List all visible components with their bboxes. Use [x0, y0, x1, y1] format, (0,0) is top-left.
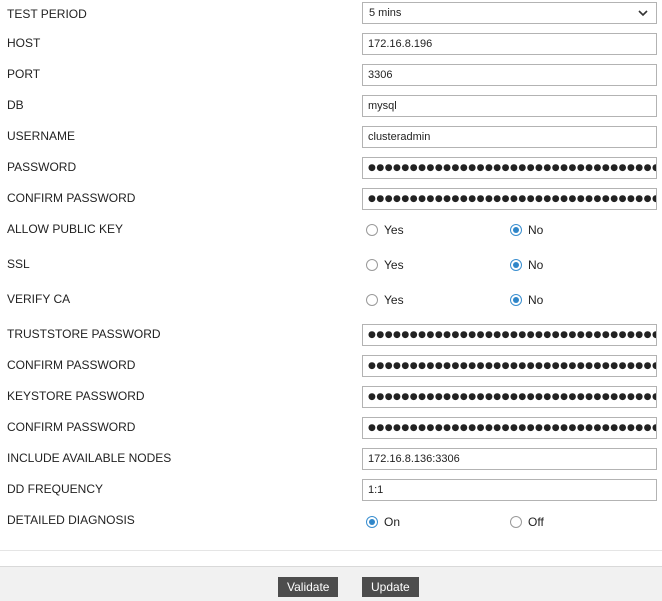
- allow-public-key-no-option[interactable]: No: [510, 223, 543, 237]
- keystore-confirm-field[interactable]: [362, 417, 657, 439]
- include-available-nodes-field[interactable]: [362, 448, 657, 470]
- ssl-yes-option[interactable]: Yes: [366, 258, 404, 272]
- detailed-diagnosis-label: DETAILED DIAGNOSIS: [7, 513, 135, 527]
- port-label: PORT: [7, 67, 41, 81]
- keystore-confirm-input[interactable]: [363, 418, 656, 438]
- dd-frequency-label: DD FREQUENCY: [7, 482, 104, 496]
- chevron-down-icon: [638, 10, 648, 17]
- detailed-diagnosis-off-label: Off: [528, 515, 544, 529]
- verify-ca-no-option[interactable]: No: [510, 293, 543, 307]
- test-period-select[interactable]: 5 mins: [362, 2, 657, 24]
- password-label: PASSWORD: [7, 160, 77, 174]
- ssl-yes-label: Yes: [384, 258, 404, 272]
- port-input[interactable]: [363, 65, 656, 85]
- ssl-label: SSL: [7, 257, 30, 271]
- include-available-nodes-input[interactable]: [363, 449, 656, 469]
- allow-public-key-label: ALLOW PUBLIC KEY: [7, 222, 124, 236]
- keystore-password-field[interactable]: [362, 386, 657, 408]
- ssl-no-label: No: [528, 258, 544, 272]
- allow-public-key-yes-option[interactable]: Yes: [366, 223, 404, 237]
- ssl-no-radio[interactable]: [510, 259, 522, 271]
- db-input[interactable]: [363, 96, 656, 116]
- verify-ca-no-label: No: [528, 293, 544, 307]
- allow-public-key-yes-label: Yes: [384, 223, 404, 237]
- dd-frequency-input[interactable]: [363, 480, 656, 500]
- host-field[interactable]: [362, 33, 657, 55]
- truststore-confirm-label: CONFIRM PASSWORD: [7, 358, 136, 372]
- username-field[interactable]: [362, 126, 657, 148]
- update-button[interactable]: Update: [362, 577, 419, 597]
- verify-ca-yes-radio[interactable]: [366, 294, 378, 306]
- verify-ca-yes-label: Yes: [384, 293, 404, 307]
- port-field[interactable]: [362, 64, 657, 86]
- confirm-password-label: CONFIRM PASSWORD: [7, 191, 136, 205]
- ssl-no-option[interactable]: No: [510, 258, 543, 272]
- include-available-nodes-label: INCLUDE AVAILABLE NODES: [7, 451, 172, 465]
- confirm-password-field[interactable]: [362, 188, 657, 210]
- truststore-confirm-input[interactable]: [363, 356, 656, 376]
- detailed-diagnosis-off-option[interactable]: Off: [510, 515, 544, 529]
- verify-ca-no-radio[interactable]: [510, 294, 522, 306]
- db-field[interactable]: [362, 95, 657, 117]
- test-period-label: TEST PERIOD: [7, 7, 87, 21]
- validate-button[interactable]: Validate: [278, 577, 339, 597]
- form-footer: Validate Update: [0, 566, 662, 601]
- test-period-value: 5 mins: [369, 7, 402, 19]
- username-label: USERNAME: [7, 129, 76, 143]
- keystore-password-input[interactable]: [363, 387, 656, 407]
- detailed-diagnosis-on-label: On: [384, 515, 401, 529]
- detailed-diagnosis-on-option[interactable]: On: [366, 515, 400, 529]
- verify-ca-yes-option[interactable]: Yes: [366, 293, 404, 307]
- truststore-confirm-field[interactable]: [362, 355, 657, 377]
- confirm-password-input[interactable]: [363, 189, 656, 209]
- verify-ca-label: VERIFY CA: [7, 292, 71, 306]
- host-input[interactable]: [363, 34, 656, 54]
- password-field[interactable]: [362, 157, 657, 179]
- keystore-password-label: KEYSTORE PASSWORD: [7, 389, 145, 403]
- keystore-confirm-label: CONFIRM PASSWORD: [7, 420, 136, 434]
- dd-frequency-field[interactable]: [362, 479, 657, 501]
- detailed-diagnosis-on-radio[interactable]: [366, 516, 378, 528]
- truststore-password-input[interactable]: [363, 325, 656, 345]
- allow-public-key-yes-radio[interactable]: [366, 224, 378, 236]
- allow-public-key-no-radio[interactable]: [510, 224, 522, 236]
- password-input[interactable]: [363, 158, 656, 178]
- host-label: HOST: [7, 36, 41, 50]
- username-input[interactable]: [363, 127, 656, 147]
- allow-public-key-no-label: No: [528, 223, 544, 237]
- form-divider: [0, 550, 662, 551]
- truststore-password-field[interactable]: [362, 324, 657, 346]
- ssl-yes-radio[interactable]: [366, 259, 378, 271]
- truststore-password-label: TRUSTSTORE PASSWORD: [7, 327, 161, 341]
- db-label: DB: [7, 98, 24, 112]
- detailed-diagnosis-off-radio[interactable]: [510, 516, 522, 528]
